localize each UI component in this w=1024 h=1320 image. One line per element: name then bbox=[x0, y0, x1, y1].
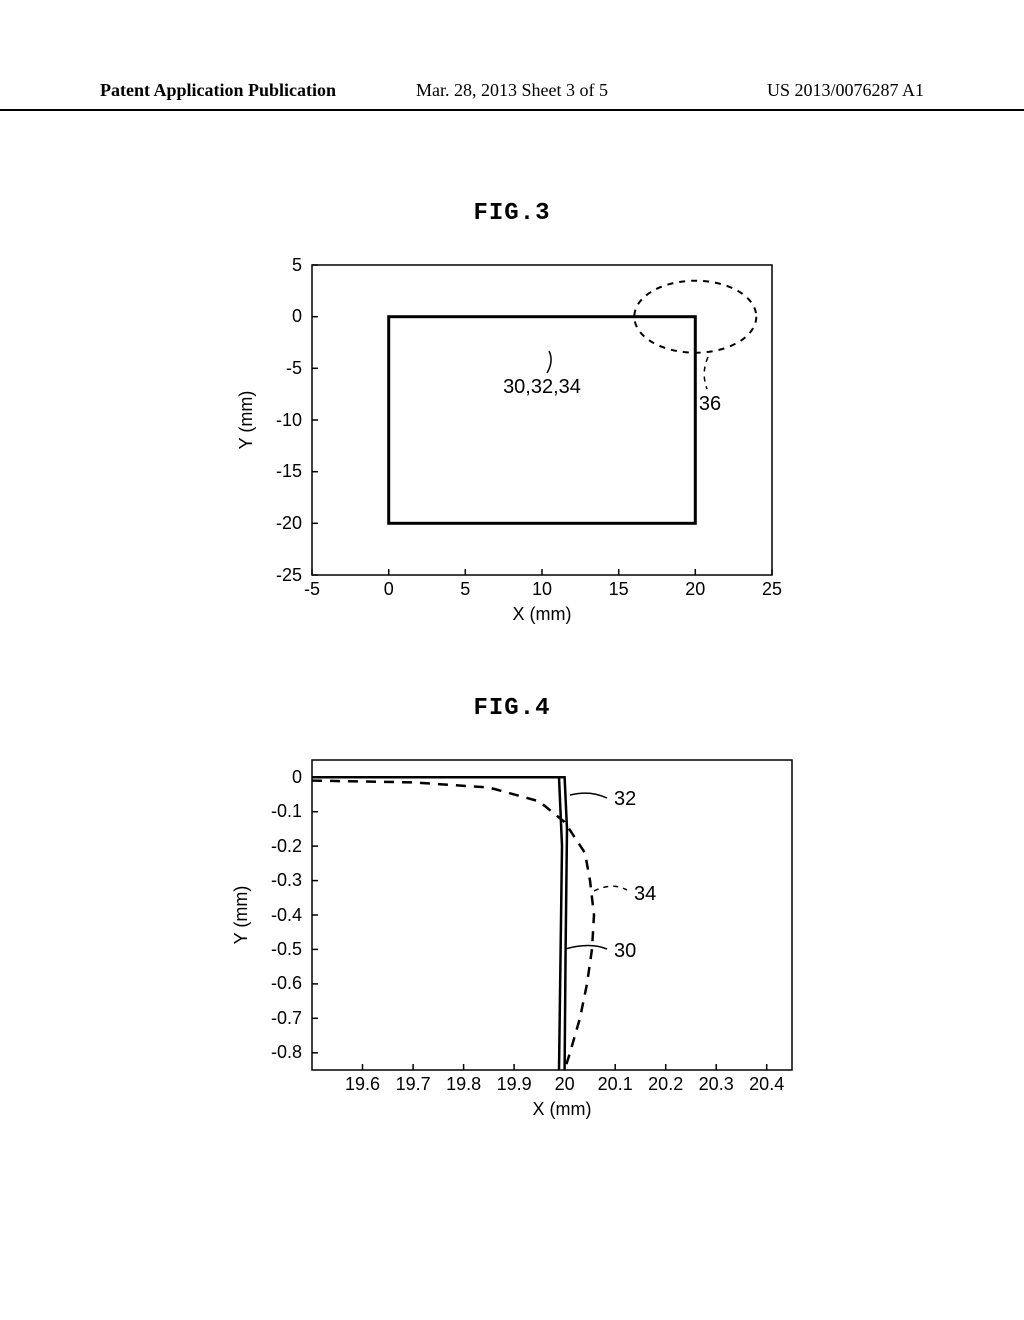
fig4-xtick-1: 19.7 bbox=[396, 1074, 431, 1094]
fig3-leader-36 bbox=[704, 357, 708, 389]
fig3-xtick-6: 25 bbox=[762, 579, 782, 599]
fig4-xtick-5: 20.1 bbox=[598, 1074, 633, 1094]
fig3-annotation-36: 36 bbox=[699, 393, 721, 415]
fig3-ytick-1: 0 bbox=[292, 306, 302, 326]
fig4-xtick-3: 19.9 bbox=[497, 1074, 532, 1094]
fig3-ytick-5: -20 bbox=[276, 513, 302, 533]
fig3-annotation-30-32-34: 30,32,34 bbox=[503, 376, 581, 398]
fig4-xtick-0: 19.6 bbox=[345, 1074, 380, 1094]
fig3-ytick-2: -5 bbox=[286, 358, 302, 378]
fig4-leader-34 bbox=[594, 886, 627, 891]
fig4-xtick-8: 20.4 bbox=[749, 1074, 784, 1094]
fig3-xtick-0: -5 bbox=[304, 579, 320, 599]
fig4-xlabel: X (mm) bbox=[533, 1099, 592, 1119]
fig4-ytick-1: -0.1 bbox=[271, 801, 302, 821]
fig3-ytick-3: -10 bbox=[276, 410, 302, 430]
fig3-ytick-0: 5 bbox=[292, 255, 302, 275]
fig3-xlabel: X (mm) bbox=[513, 604, 572, 624]
fig4-annotation-32: 32 bbox=[614, 788, 636, 810]
fig3-xtick-2: 5 bbox=[460, 579, 470, 599]
fig3-xtick-3: 10 bbox=[532, 579, 552, 599]
fig4-ytick-7: -0.7 bbox=[271, 1008, 302, 1028]
header-center: Mar. 28, 2013 Sheet 3 of 5 bbox=[404, 80, 620, 101]
fig4-annotation-34: 34 bbox=[634, 883, 656, 905]
fig4-curve-34 bbox=[312, 781, 594, 1070]
fig3-ylabel: Y (mm) bbox=[236, 391, 256, 450]
fig3-ytick-6: -25 bbox=[276, 565, 302, 585]
header-right: US 2013/0076287 A1 bbox=[620, 80, 924, 101]
fig4-curve-30 bbox=[312, 777, 562, 1070]
fig4-xtick-4: 20 bbox=[555, 1074, 575, 1094]
fig4-ytick-2: -0.2 bbox=[271, 836, 302, 856]
figure-3-title: FIG.3 bbox=[0, 200, 1024, 227]
fig4-curve-32 bbox=[312, 777, 567, 1070]
fig3-xtick-1: 0 bbox=[384, 579, 394, 599]
page-header: Patent Application Publication Mar. 28, … bbox=[0, 80, 1024, 111]
fig3-ytick-4: -15 bbox=[276, 461, 302, 481]
fig3-shape-30-32-34 bbox=[389, 317, 696, 524]
fig3-xtick-4: 15 bbox=[609, 579, 629, 599]
fig4-ytick-8: -0.8 bbox=[271, 1042, 302, 1062]
fig4-xtick-2: 19.8 bbox=[446, 1074, 481, 1094]
fig4-ytick-6: -0.6 bbox=[271, 973, 302, 993]
fig4-leader-32 bbox=[570, 793, 607, 798]
fig4-ytick-5: -0.5 bbox=[271, 939, 302, 959]
fig4-ytick-4: -0.4 bbox=[271, 905, 302, 925]
fig4-leader-30 bbox=[565, 946, 607, 950]
fig4-ytick-3: -0.3 bbox=[271, 870, 302, 890]
fig4-xtick-7: 20.3 bbox=[699, 1074, 734, 1094]
fig4-ytick-0: 0 bbox=[292, 767, 302, 787]
fig4-ylabel: Y (mm) bbox=[231, 886, 251, 945]
fig4-xtick-6: 20.2 bbox=[648, 1074, 683, 1094]
figure-3-chart: -5 0 5 10 15 20 25 5 0 -5 -10 -15 -20 -2… bbox=[202, 245, 822, 645]
fig4-annotation-30: 30 bbox=[614, 940, 636, 962]
figure-4-title: FIG.4 bbox=[0, 695, 1024, 722]
figure-4-chart: 19.6 19.7 19.8 19.9 20 20.1 20.2 20.3 20… bbox=[202, 740, 822, 1140]
fig3-xtick-5: 20 bbox=[685, 579, 705, 599]
fig3-leader-30-32-34 bbox=[547, 351, 551, 373]
header-left: Patent Application Publication bbox=[100, 80, 404, 101]
